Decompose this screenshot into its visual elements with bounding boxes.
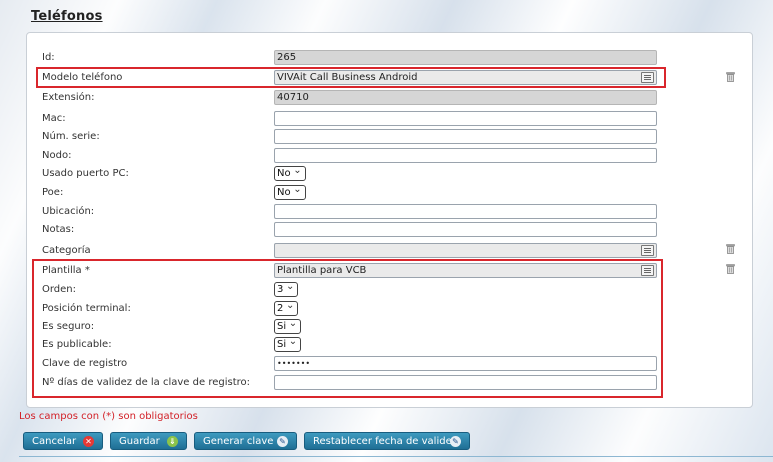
row-id: Id: 265 bbox=[27, 49, 752, 67]
row-categoria: Categoría bbox=[27, 242, 752, 260]
modelo-highlight bbox=[36, 67, 666, 88]
cancel-button[interactable]: Cancelar ✕ bbox=[23, 432, 103, 450]
nodo-label: Nodo: bbox=[42, 150, 72, 161]
list-picker-icon[interactable] bbox=[641, 245, 654, 256]
generate-key-label: Generar clave bbox=[203, 436, 274, 447]
poe-select[interactable]: No bbox=[274, 183, 306, 200]
row-usado-puerto: Usado puerto PC: No bbox=[27, 164, 752, 183]
cancel-button-label: Cancelar bbox=[32, 436, 77, 447]
divider bbox=[19, 456, 773, 457]
mac-input[interactable] bbox=[274, 111, 657, 126]
reset-validity-button[interactable]: Restablecer fecha de validez ✎ bbox=[304, 432, 470, 450]
row-poe: Poe: No bbox=[27, 183, 752, 202]
pencil-icon: ✎ bbox=[450, 436, 461, 447]
row-mac: Mac: bbox=[27, 110, 752, 128]
id-field: 265 bbox=[274, 50, 657, 65]
ubicacion-label: Ubicación: bbox=[42, 206, 95, 217]
poe-label: Poe: bbox=[42, 187, 64, 198]
row-ubicacion: Ubicación: bbox=[27, 203, 752, 221]
mac-label: Mac: bbox=[42, 113, 66, 124]
categoria-label: Categoría bbox=[42, 245, 91, 256]
notas-label: Notas: bbox=[42, 224, 75, 235]
usado-puerto-select[interactable]: No bbox=[274, 164, 306, 181]
save-icon: ⇓ bbox=[167, 436, 178, 447]
save-button[interactable]: Guardar ⇓ bbox=[110, 432, 187, 450]
notas-input[interactable] bbox=[274, 222, 657, 237]
trash-icon[interactable] bbox=[726, 264, 735, 274]
close-icon: ✕ bbox=[83, 436, 94, 447]
reset-validity-label: Restablecer fecha de validez bbox=[313, 436, 457, 447]
required-note: Los campos con (*) son obligatorios bbox=[19, 411, 198, 422]
trash-icon[interactable] bbox=[726, 244, 735, 254]
row-nodo: Nodo: bbox=[27, 147, 752, 165]
save-button-label: Guardar bbox=[119, 436, 160, 447]
ubicacion-input[interactable] bbox=[274, 204, 657, 219]
id-label: Id: bbox=[42, 52, 55, 63]
num-serie-label: Núm. serie: bbox=[42, 131, 100, 142]
trash-icon[interactable] bbox=[726, 72, 735, 82]
page-title: Teléfonos bbox=[31, 9, 103, 24]
usado-puerto-label: Usado puerto PC: bbox=[42, 168, 129, 179]
row-extension: Extensión: 40710 bbox=[27, 89, 752, 107]
extension-label: Extensión: bbox=[42, 92, 95, 103]
nodo-input[interactable] bbox=[274, 148, 657, 163]
plantilla-group-highlight bbox=[32, 259, 663, 398]
pencil-icon: ✎ bbox=[277, 436, 288, 447]
categoria-field[interactable] bbox=[274, 243, 657, 258]
row-notas: Notas: bbox=[27, 221, 752, 239]
generate-key-button[interactable]: Generar clave ✎ bbox=[194, 432, 297, 450]
row-num-serie: Núm. serie: bbox=[27, 128, 752, 146]
extension-field: 40710 bbox=[274, 90, 657, 105]
form-panel: Id: 265 Modelo teléfono VIVAit Call Busi… bbox=[26, 32, 753, 408]
num-serie-input[interactable] bbox=[274, 129, 657, 144]
